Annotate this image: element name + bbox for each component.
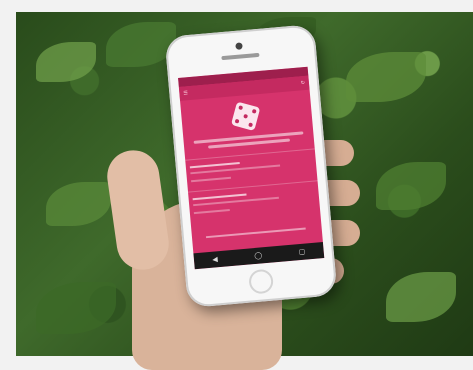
- footer-text: [205, 227, 306, 239]
- back-icon[interactable]: ◀: [212, 255, 218, 263]
- thumb: [103, 146, 173, 274]
- phone-screen: ☰ ↻ ◀ ◯ ▢: [178, 66, 325, 270]
- leaf: [36, 282, 116, 334]
- front-camera: [235, 42, 243, 50]
- list-item-title: [189, 161, 240, 169]
- home-button[interactable]: [248, 268, 275, 295]
- refresh-icon[interactable]: ↻: [300, 76, 306, 90]
- leaf: [46, 182, 111, 226]
- leaf: [386, 272, 456, 322]
- leaf: [36, 42, 96, 82]
- leaf: [346, 52, 426, 102]
- home-icon[interactable]: ◯: [254, 251, 262, 260]
- android-navbar: ◀ ◯ ▢: [193, 242, 325, 270]
- dice-icon: [230, 101, 261, 131]
- list-item-actions: [191, 176, 232, 183]
- earpiece: [221, 52, 260, 61]
- status-right: [304, 67, 305, 76]
- leaf: [376, 162, 446, 210]
- recents-icon[interactable]: ▢: [298, 248, 305, 257]
- menu-icon[interactable]: ☰: [183, 86, 189, 100]
- list-item-actions: [193, 209, 230, 215]
- smartphone: ☰ ↻ ◀ ◯ ▢: [164, 23, 338, 309]
- status-left: [182, 78, 183, 87]
